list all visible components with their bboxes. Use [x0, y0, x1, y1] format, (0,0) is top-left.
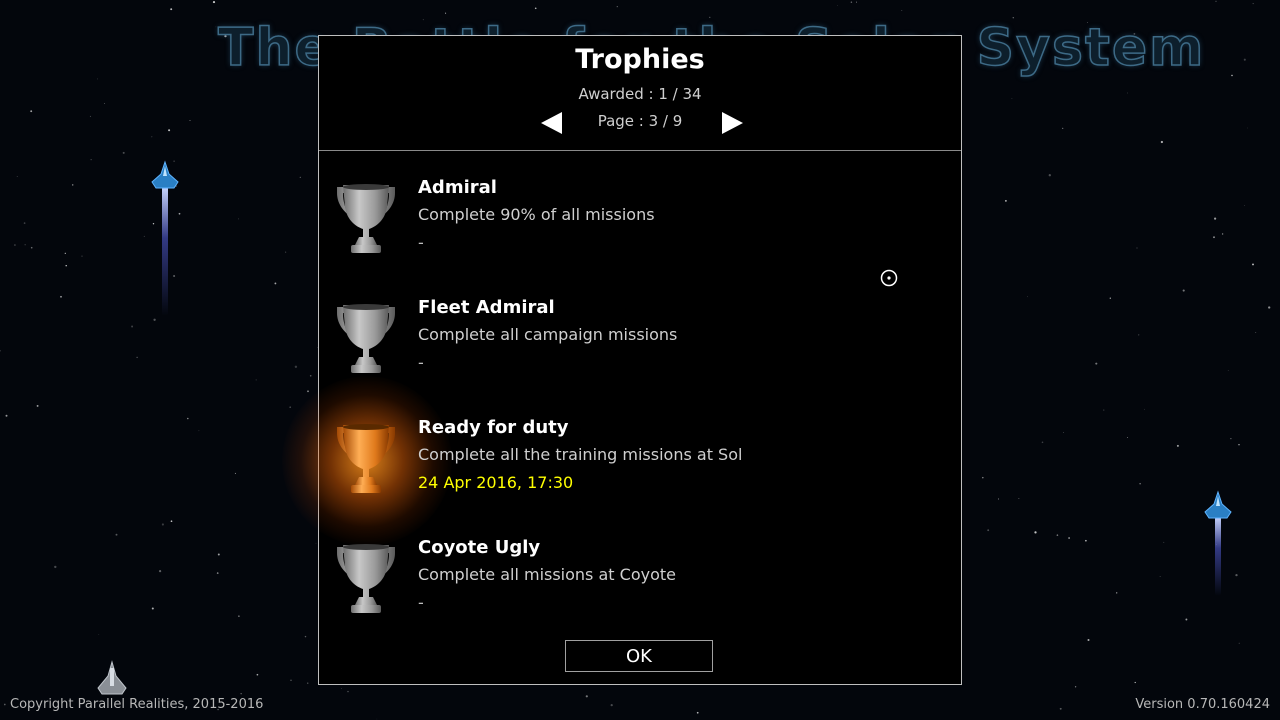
- trophy-date: -: [418, 593, 424, 612]
- ship-icon: [150, 160, 180, 320]
- trophy-name: Admiral: [418, 177, 497, 198]
- trophy-row: Coyote Ugly Complete all missions at Coy…: [319, 537, 961, 651]
- trophy-description: Complete all campaign missions: [418, 325, 678, 344]
- page-indicator: Page : 3 / 9: [597, 112, 683, 130]
- trophy-date: -: [418, 353, 424, 372]
- trophies-dialog: Trophies Awarded : 1 / 34 Page : 3 / 9 A…: [282, 35, 962, 685]
- trophy-description: Complete all the training missions at So…: [418, 445, 743, 464]
- awarded-count: Awarded : 1 / 34: [578, 85, 702, 103]
- trophy-date: 24 Apr 2016, 17:30: [418, 473, 574, 492]
- trophy-silver-icon: [337, 544, 395, 613]
- trophy-date: -: [418, 233, 424, 252]
- ship-icon: [96, 660, 128, 700]
- ok-button[interactable]: OK: [565, 640, 713, 672]
- header-divider: [319, 150, 961, 151]
- trophy-name: Coyote Ugly: [418, 537, 541, 558]
- trophy-name: Fleet Admiral: [418, 297, 555, 318]
- trophy-silver-icon: [337, 304, 395, 373]
- trophy-description: Complete 90% of all missions: [418, 205, 655, 224]
- trophy-row: Admiral Complete 90% of all missions -: [319, 177, 961, 291]
- version-text: Version 0.70.160424: [1135, 697, 1270, 712]
- copyright-text: Copyright Parallel Realities, 2015-2016: [10, 697, 264, 712]
- trophy-name: Ready for duty: [418, 417, 569, 438]
- trophy-silver-icon: [337, 184, 395, 253]
- trophy-bronze-icon: [337, 424, 395, 493]
- dialog-title: Trophies: [575, 44, 705, 75]
- ship-icon: [1203, 490, 1233, 596]
- left-arrow-icon[interactable]: [540, 111, 564, 135]
- cursor-icon: [880, 269, 898, 287]
- right-arrow-icon[interactable]: [720, 111, 744, 135]
- trophy-description: Complete all missions at Coyote: [418, 565, 676, 584]
- trophy-row: Ready for duty Complete all the training…: [282, 376, 961, 546]
